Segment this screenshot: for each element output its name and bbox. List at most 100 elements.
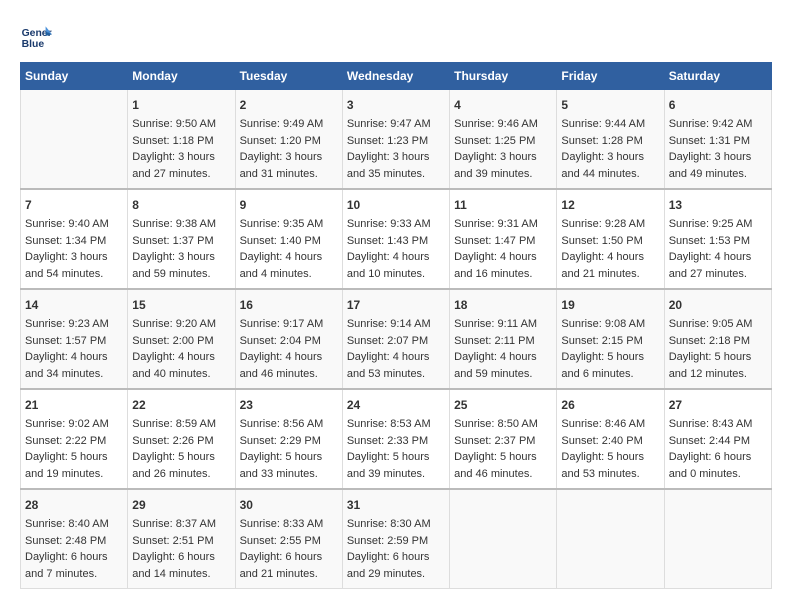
column-header-friday: Friday <box>557 63 664 90</box>
column-header-saturday: Saturday <box>664 63 771 90</box>
cell-line: Sunrise: 9:35 AM <box>240 216 338 233</box>
cell-line: Sunset: 1:34 PM <box>25 233 123 250</box>
cell-line: Sunset: 2:18 PM <box>669 333 767 350</box>
week-row-2: 7Sunrise: 9:40 AMSunset: 1:34 PMDaylight… <box>21 189 772 289</box>
cell-line: and 39 minutes. <box>347 466 445 483</box>
cell-line: Daylight: 4 hours <box>347 349 445 366</box>
cell-w2-d6: 12Sunrise: 9:28 AMSunset: 1:50 PMDayligh… <box>557 189 664 289</box>
cell-line: Daylight: 6 hours <box>669 449 767 466</box>
cell-line: Daylight: 5 hours <box>347 449 445 466</box>
cell-line: and 6 minutes. <box>561 366 659 383</box>
date-number: 19 <box>561 296 659 314</box>
cell-line: Sunset: 1:18 PM <box>132 133 230 150</box>
cell-line: Sunset: 2:29 PM <box>240 433 338 450</box>
cell-line: and 49 minutes. <box>669 166 767 183</box>
cell-w4-d3: 23Sunrise: 8:56 AMSunset: 2:29 PMDayligh… <box>235 389 342 489</box>
cell-line: Sunset: 1:28 PM <box>561 133 659 150</box>
cell-line: Sunrise: 9:50 AM <box>132 116 230 133</box>
cell-line: and 27 minutes. <box>132 166 230 183</box>
cell-line: Daylight: 5 hours <box>561 349 659 366</box>
date-number: 10 <box>347 196 445 214</box>
cell-line: Sunrise: 9:20 AM <box>132 316 230 333</box>
date-number: 6 <box>669 96 767 114</box>
logo-icon: General Blue <box>20 20 52 52</box>
cell-line: Daylight: 4 hours <box>132 349 230 366</box>
cell-line: Sunrise: 9:38 AM <box>132 216 230 233</box>
cell-line: Daylight: 4 hours <box>240 249 338 266</box>
cell-line: and 33 minutes. <box>240 466 338 483</box>
date-number: 8 <box>132 196 230 214</box>
cell-line: Sunset: 2:59 PM <box>347 533 445 550</box>
cell-line: Sunrise: 9:11 AM <box>454 316 552 333</box>
cell-line: Sunset: 2:00 PM <box>132 333 230 350</box>
cell-line: Daylight: 3 hours <box>240 149 338 166</box>
cell-line: Daylight: 4 hours <box>669 249 767 266</box>
cell-line: Daylight: 4 hours <box>240 349 338 366</box>
calendar-table: SundayMondayTuesdayWednesdayThursdayFrid… <box>20 62 772 589</box>
cell-line: Sunset: 1:53 PM <box>669 233 767 250</box>
cell-line: and 21 minutes. <box>240 566 338 583</box>
cell-w5-d6 <box>557 489 664 589</box>
cell-w2-d7: 13Sunrise: 9:25 AMSunset: 1:53 PMDayligh… <box>664 189 771 289</box>
date-number: 11 <box>454 196 552 214</box>
cell-line: and 0 minutes. <box>669 466 767 483</box>
cell-line: Sunrise: 9:02 AM <box>25 416 123 433</box>
cell-line: Daylight: 4 hours <box>561 249 659 266</box>
cell-line: and 46 minutes. <box>454 466 552 483</box>
cell-line: Daylight: 5 hours <box>25 449 123 466</box>
logo: General Blue <box>20 20 56 52</box>
cell-line: Sunrise: 8:46 AM <box>561 416 659 433</box>
cell-line: Sunrise: 9:40 AM <box>25 216 123 233</box>
cell-line: and 12 minutes. <box>669 366 767 383</box>
cell-line: Sunrise: 9:31 AM <box>454 216 552 233</box>
cell-line: Daylight: 6 hours <box>240 549 338 566</box>
cell-line: Daylight: 5 hours <box>132 449 230 466</box>
cell-line: Sunrise: 9:47 AM <box>347 116 445 133</box>
cell-line: Sunset: 2:15 PM <box>561 333 659 350</box>
cell-line: Daylight: 3 hours <box>347 149 445 166</box>
cell-line: Sunset: 2:51 PM <box>132 533 230 550</box>
cell-w3-d1: 14Sunrise: 9:23 AMSunset: 1:57 PMDayligh… <box>21 289 128 389</box>
cell-line: Sunrise: 8:37 AM <box>132 516 230 533</box>
cell-w2-d1: 7Sunrise: 9:40 AMSunset: 1:34 PMDaylight… <box>21 189 128 289</box>
cell-line: and 54 minutes. <box>25 266 123 283</box>
cell-line: Sunset: 2:22 PM <box>25 433 123 450</box>
date-number: 28 <box>25 496 123 514</box>
cell-line: Daylight: 5 hours <box>669 349 767 366</box>
column-header-thursday: Thursday <box>450 63 557 90</box>
column-header-sunday: Sunday <box>21 63 128 90</box>
date-number: 21 <box>25 396 123 414</box>
column-header-monday: Monday <box>128 63 235 90</box>
svg-text:Blue: Blue <box>22 39 45 50</box>
cell-line: Sunrise: 9:05 AM <box>669 316 767 333</box>
cell-line: Sunrise: 9:42 AM <box>669 116 767 133</box>
cell-line: Sunrise: 8:43 AM <box>669 416 767 433</box>
date-number: 25 <box>454 396 552 414</box>
date-number: 13 <box>669 196 767 214</box>
cell-w1-d4: 3Sunrise: 9:47 AMSunset: 1:23 PMDaylight… <box>342 90 449 190</box>
cell-w3-d3: 16Sunrise: 9:17 AMSunset: 2:04 PMDayligh… <box>235 289 342 389</box>
cell-line: Sunrise: 8:50 AM <box>454 416 552 433</box>
cell-w3-d7: 20Sunrise: 9:05 AMSunset: 2:18 PMDayligh… <box>664 289 771 389</box>
cell-w5-d1: 28Sunrise: 8:40 AMSunset: 2:48 PMDayligh… <box>21 489 128 589</box>
cell-w1-d2: 1Sunrise: 9:50 AMSunset: 1:18 PMDaylight… <box>128 90 235 190</box>
date-number: 12 <box>561 196 659 214</box>
cell-line: Sunrise: 9:08 AM <box>561 316 659 333</box>
cell-w1-d7: 6Sunrise: 9:42 AMSunset: 1:31 PMDaylight… <box>664 90 771 190</box>
cell-w4-d1: 21 Sunrise: 9:02 AMSunset: 2:22 PMDayligh… <box>21 389 128 489</box>
date-number: 29 <box>132 496 230 514</box>
cell-w2-d5: 11Sunrise: 9:31 AMSunset: 1:47 PMDayligh… <box>450 189 557 289</box>
cell-line: Sunset: 2:33 PM <box>347 433 445 450</box>
week-row-4: 21Sunrise: 9:02 AMSunset: 2:22 PMDayligh… <box>21 389 772 489</box>
date-number: 27 <box>669 396 767 414</box>
date-number: 1 <box>132 96 230 114</box>
cell-line: Sunrise: 8:59 AM <box>132 416 230 433</box>
cell-line: Daylight: 5 hours <box>454 449 552 466</box>
week-row-3: 14Sunrise: 9:23 AMSunset: 1:57 PMDayligh… <box>21 289 772 389</box>
cell-line: Sunset: 1:43 PM <box>347 233 445 250</box>
cell-line: Sunrise: 8:56 AM <box>240 416 338 433</box>
date-number: 16 <box>240 296 338 314</box>
cell-line: Sunset: 1:25 PM <box>454 133 552 150</box>
date-number: 24 <box>347 396 445 414</box>
cell-w5-d5 <box>450 489 557 589</box>
